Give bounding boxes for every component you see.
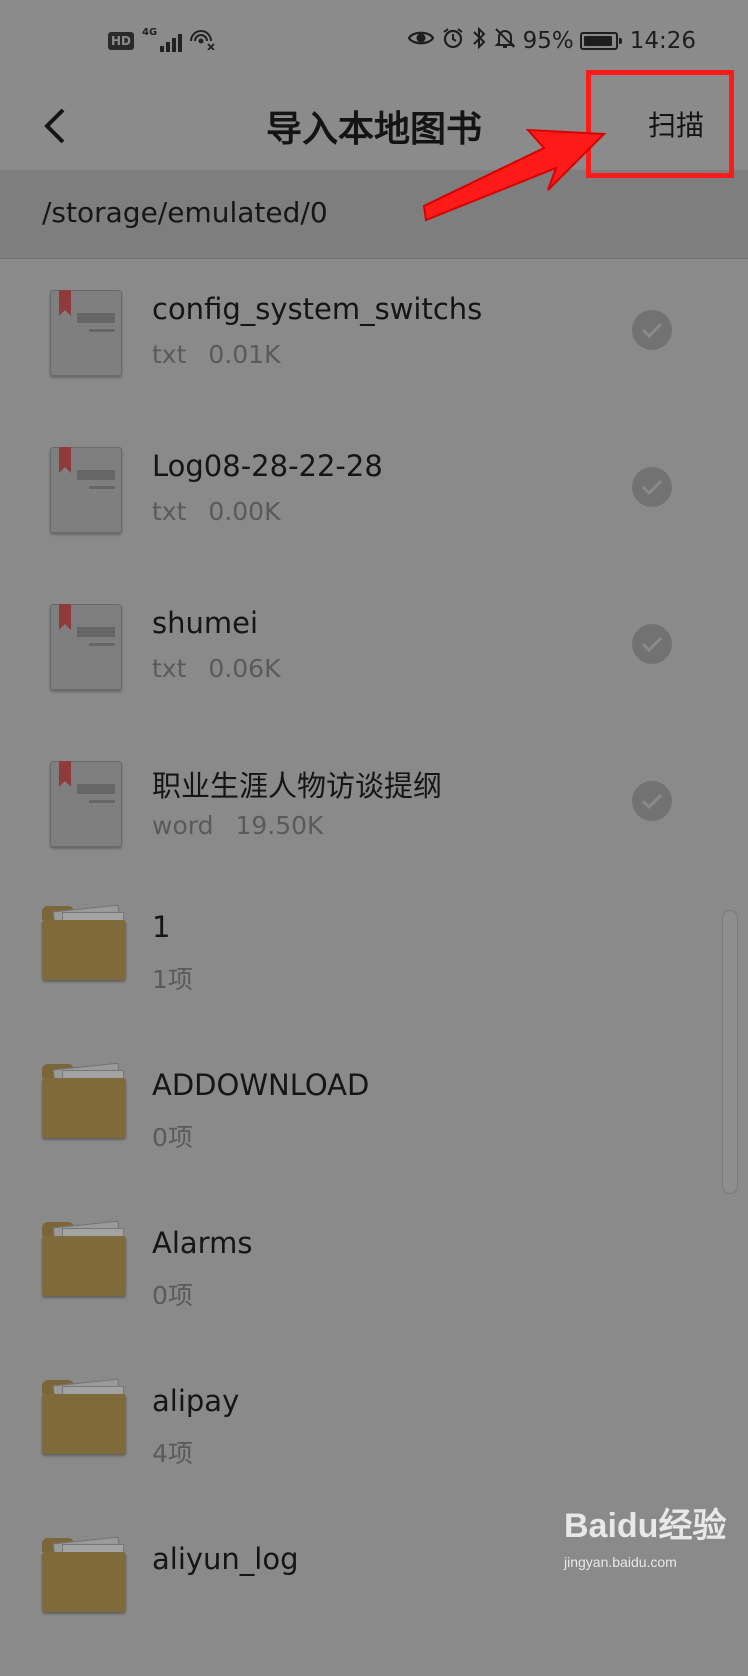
watermark-logo-text: Baidu经验 — [564, 1507, 727, 1545]
document-icon — [50, 290, 122, 376]
file-type: txt — [152, 497, 187, 526]
select-checkbox[interactable] — [632, 781, 672, 821]
folder-icon — [42, 1378, 126, 1456]
list-item-file[interactable]: 职业生涯人物访谈提纲 word 19.50K — [0, 729, 748, 886]
list-item-file[interactable]: shumei txt 0.06K — [0, 572, 748, 729]
folder-icon — [42, 904, 126, 982]
folder-item-count: 1项 — [152, 965, 193, 994]
folder-name: 1 — [152, 910, 171, 944]
folder-name: alipay — [152, 1384, 240, 1418]
file-size: 0.00K — [208, 497, 281, 526]
file-list: config_system_switchs txt 0.01K Log08-28-… — [0, 258, 748, 1676]
list-item-folder[interactable]: ADDOWNLOAD 0项 — [0, 1044, 748, 1202]
folder-item-count: 0项 — [152, 1281, 193, 1310]
check-icon — [641, 636, 663, 653]
file-size: 0.06K — [208, 654, 281, 683]
file-meta: word 19.50K — [152, 811, 323, 840]
file-meta: txt 0.00K — [152, 497, 280, 526]
folder-name: Alarms — [152, 1226, 253, 1260]
watermark-url: jingyan.baidu.com — [564, 1554, 677, 1570]
document-icon — [50, 604, 122, 690]
check-icon — [641, 322, 663, 339]
file-meta: txt 0.06K — [152, 654, 280, 683]
check-icon — [641, 793, 663, 810]
select-checkbox[interactable] — [632, 310, 672, 350]
scrollbar[interactable] — [722, 910, 738, 1194]
document-icon — [50, 761, 122, 847]
folder-icon — [42, 1062, 126, 1140]
file-type: txt — [152, 654, 187, 683]
select-checkbox[interactable] — [632, 467, 672, 507]
file-name: 职业生涯人物访谈提纲 — [152, 769, 443, 803]
check-icon — [641, 479, 663, 496]
file-meta: txt 0.01K — [152, 340, 280, 369]
file-size: 19.50K — [235, 811, 324, 840]
folder-name: ADDOWNLOAD — [152, 1068, 370, 1102]
folder-item-count: 0项 — [152, 1123, 193, 1152]
folder-item-count: 4项 — [152, 1439, 193, 1468]
folder-icon — [42, 1220, 126, 1298]
file-type: txt — [152, 340, 187, 369]
folder-name: aliyun_log — [152, 1542, 299, 1576]
folder-icon — [42, 1536, 126, 1614]
list-item-folder[interactable]: Alarms 0项 — [0, 1202, 748, 1360]
file-name: Log08-28-22-28 — [152, 449, 383, 483]
list-item-folder[interactable]: 1 1项 — [0, 886, 748, 1044]
document-icon — [50, 447, 122, 533]
select-checkbox[interactable] — [632, 624, 672, 664]
file-size: 0.01K — [208, 340, 281, 369]
file-name: shumei — [152, 606, 259, 640]
file-type: word — [152, 811, 214, 840]
list-item-file[interactable]: config_system_switchs txt 0.01K — [0, 258, 748, 415]
baidu-jingyan-watermark: Baidu经验 jingyan.baidu.com — [560, 1482, 740, 1582]
annotation-arrow-icon — [422, 128, 607, 222]
file-name: config_system_switchs — [152, 292, 483, 326]
list-item-file[interactable]: Log08-28-22-28 txt 0.00K — [0, 415, 748, 572]
